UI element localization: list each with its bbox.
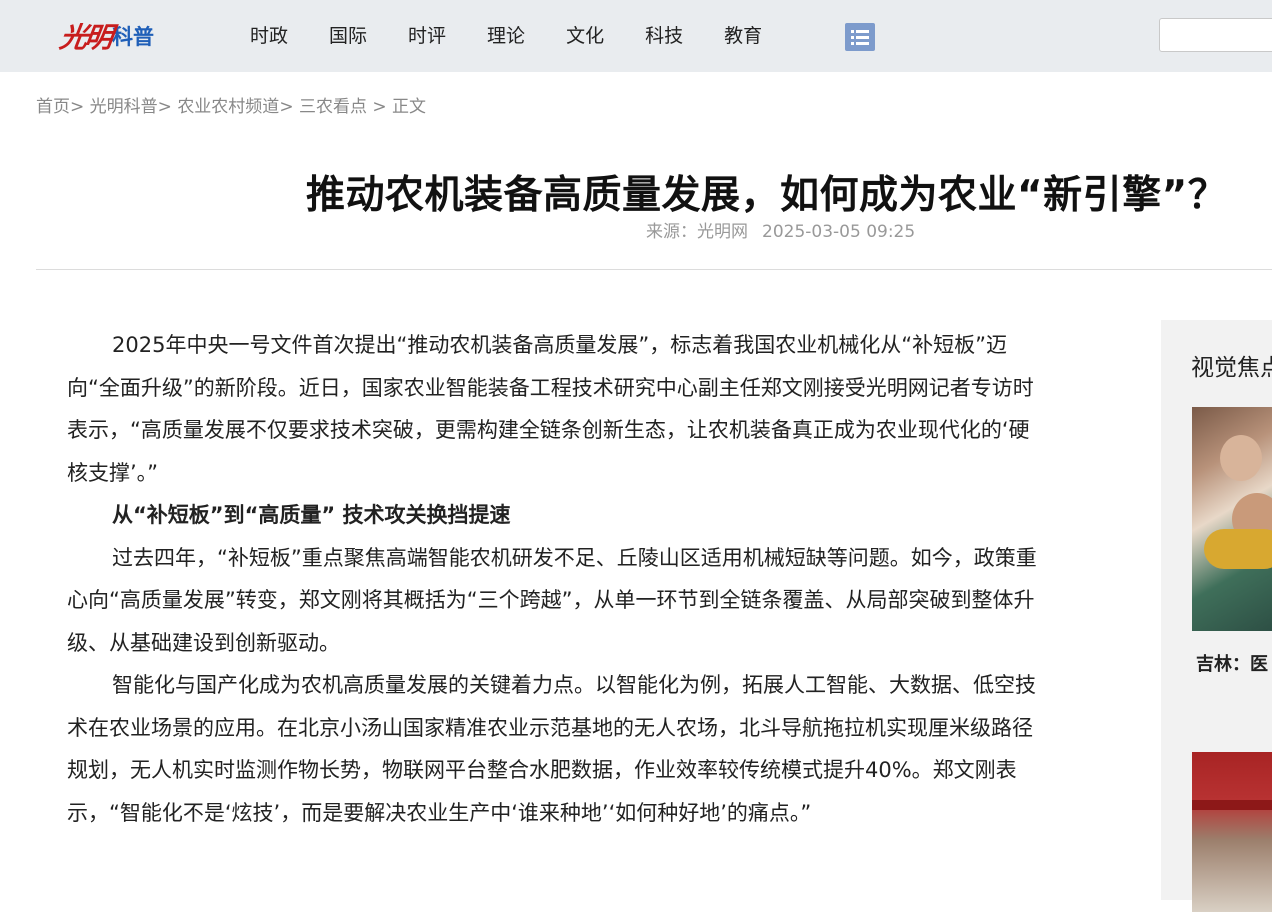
breadcrumb-home[interactable]: 首页 <box>36 97 70 117</box>
nav-item-shizheng[interactable]: 时政 <box>250 22 288 50</box>
breadcrumb-separator: > <box>70 97 85 117</box>
article-paragraph: 过去四年，“补短板”重点聚焦高端智能农机研发不足、丘陵山区适用机械短缺等问题。如… <box>67 545 1037 655</box>
article-paragraph: 2025年中央一号文件首次提出“推动农机装备高质量发展”，标志着我国农业机械化从… <box>67 333 1034 485</box>
sidebar-photo-caption[interactable]: 吉林：医 <box>1196 650 1268 676</box>
logo-text: 科普 <box>112 25 155 49</box>
main-nav: 时政 国际 时评 理论 文化 科技 教育 <box>250 22 803 50</box>
header-divider <box>36 269 1272 270</box>
sidebar-title: 视觉焦点 <box>1191 355 1272 381</box>
breadcrumb-separator: > <box>157 97 172 117</box>
breadcrumb: 首页> 光明科普> 农业农村频道> 三农看点 > 正文 <box>36 92 426 117</box>
article-meta: 来源：光明网 2025-03-05 09:25 <box>646 217 915 242</box>
nav-item-jiaoyu[interactable]: 教育 <box>724 22 762 50</box>
article-source: 来源：光明网 <box>646 222 748 242</box>
breadcrumb-current: 正文 <box>392 97 427 117</box>
nav-item-lilun[interactable]: 理论 <box>487 22 525 50</box>
sidebar-photo[interactable] <box>1192 752 1272 912</box>
sidebar-visual-focus: 视觉焦点 吉林：医 <box>1161 320 1272 912</box>
article-body: 2025年中央一号文件首次提出“推动农机装备高质量发展”，标志着我国农业机械化从… <box>67 324 1045 834</box>
breadcrumb-separator: > <box>372 97 387 117</box>
nav-item-keji[interactable]: 科技 <box>645 22 683 50</box>
search-input[interactable] <box>1159 18 1272 52</box>
nav-item-guoji[interactable]: 国际 <box>329 22 367 50</box>
breadcrumb-separator: > <box>279 97 294 117</box>
article-paragraph: 智能化与国产化成为农机高质量发展的关键着力点。以智能化为例，拓展人工智能、大数据… <box>67 673 1036 825</box>
breadcrumb-sannong[interactable]: 三农看点 <box>299 97 367 117</box>
nav-item-shiping[interactable]: 时评 <box>408 22 446 50</box>
logo-script: 光明 <box>57 21 113 54</box>
breadcrumb-guangming-kepu[interactable]: 光明科普 <box>90 97 158 117</box>
site-logo[interactable]: 光明 科普 <box>57 14 155 58</box>
article-date: 2025-03-05 09:25 <box>762 222 916 242</box>
article-subheading: 从“补短板”到“高质量” 技术攻关换挡提速 <box>112 503 511 527</box>
article-title: 推动农机装备高质量发展，如何成为农业“新引擎”？ <box>306 173 1228 219</box>
sidebar-photo[interactable] <box>1192 407 1272 631</box>
list-menu-icon[interactable] <box>845 23 875 51</box>
top-navigation-bar: 光明 科普 时政 国际 时评 理论 文化 科技 教育 <box>0 0 1272 72</box>
breadcrumb-agriculture-channel[interactable]: 农业农村频道 <box>177 97 279 117</box>
nav-item-wenhua[interactable]: 文化 <box>566 22 604 50</box>
